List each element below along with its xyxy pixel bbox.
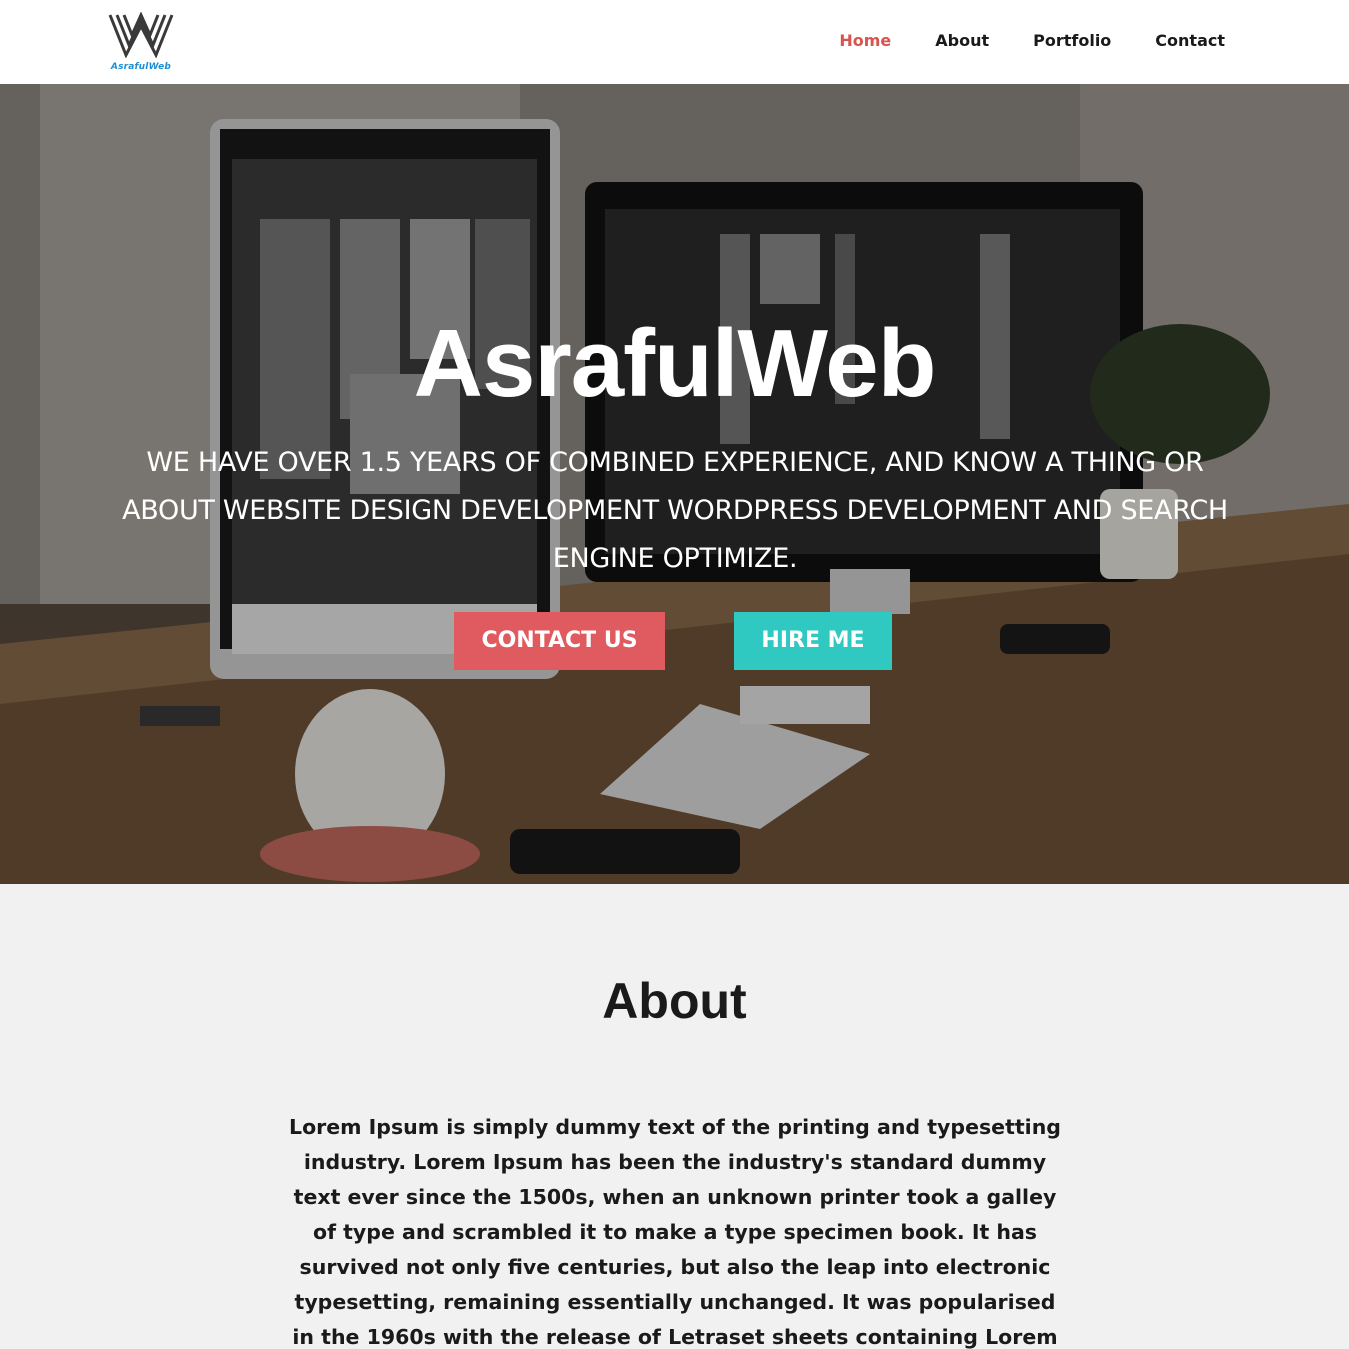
about-title: About xyxy=(602,973,747,1029)
hire-me-button[interactable]: HIRE ME xyxy=(734,612,892,670)
nav-item-contact[interactable]: Contact xyxy=(1155,31,1225,50)
nav-item-about[interactable]: About xyxy=(935,31,989,50)
brand-logo[interactable]: AsrafulWeb xyxy=(106,12,176,74)
logo-w-icon xyxy=(108,12,174,58)
nav-item-portfolio[interactable]: Portfolio xyxy=(1033,31,1111,50)
main-nav: Home About Portfolio Contact xyxy=(839,31,1225,50)
nav-item-home[interactable]: Home xyxy=(839,31,891,50)
site-header: AsrafulWeb Home About Portfolio Contact xyxy=(0,0,1349,84)
hero-title: AsrafulWeb xyxy=(413,310,937,417)
about-body: Lorem Ipsum is simply dummy text of the … xyxy=(289,1115,1061,1349)
contact-us-button[interactable]: CONTACT US xyxy=(454,612,665,670)
logo-text: AsrafulWeb xyxy=(110,62,172,72)
hero-section: AsrafulWeb WE HAVE OVER 1.5 YEARS OF COM… xyxy=(0,84,1349,884)
hero-subtitle: WE HAVE OVER 1.5 YEARS OF COMBINED EXPER… xyxy=(122,447,1228,574)
